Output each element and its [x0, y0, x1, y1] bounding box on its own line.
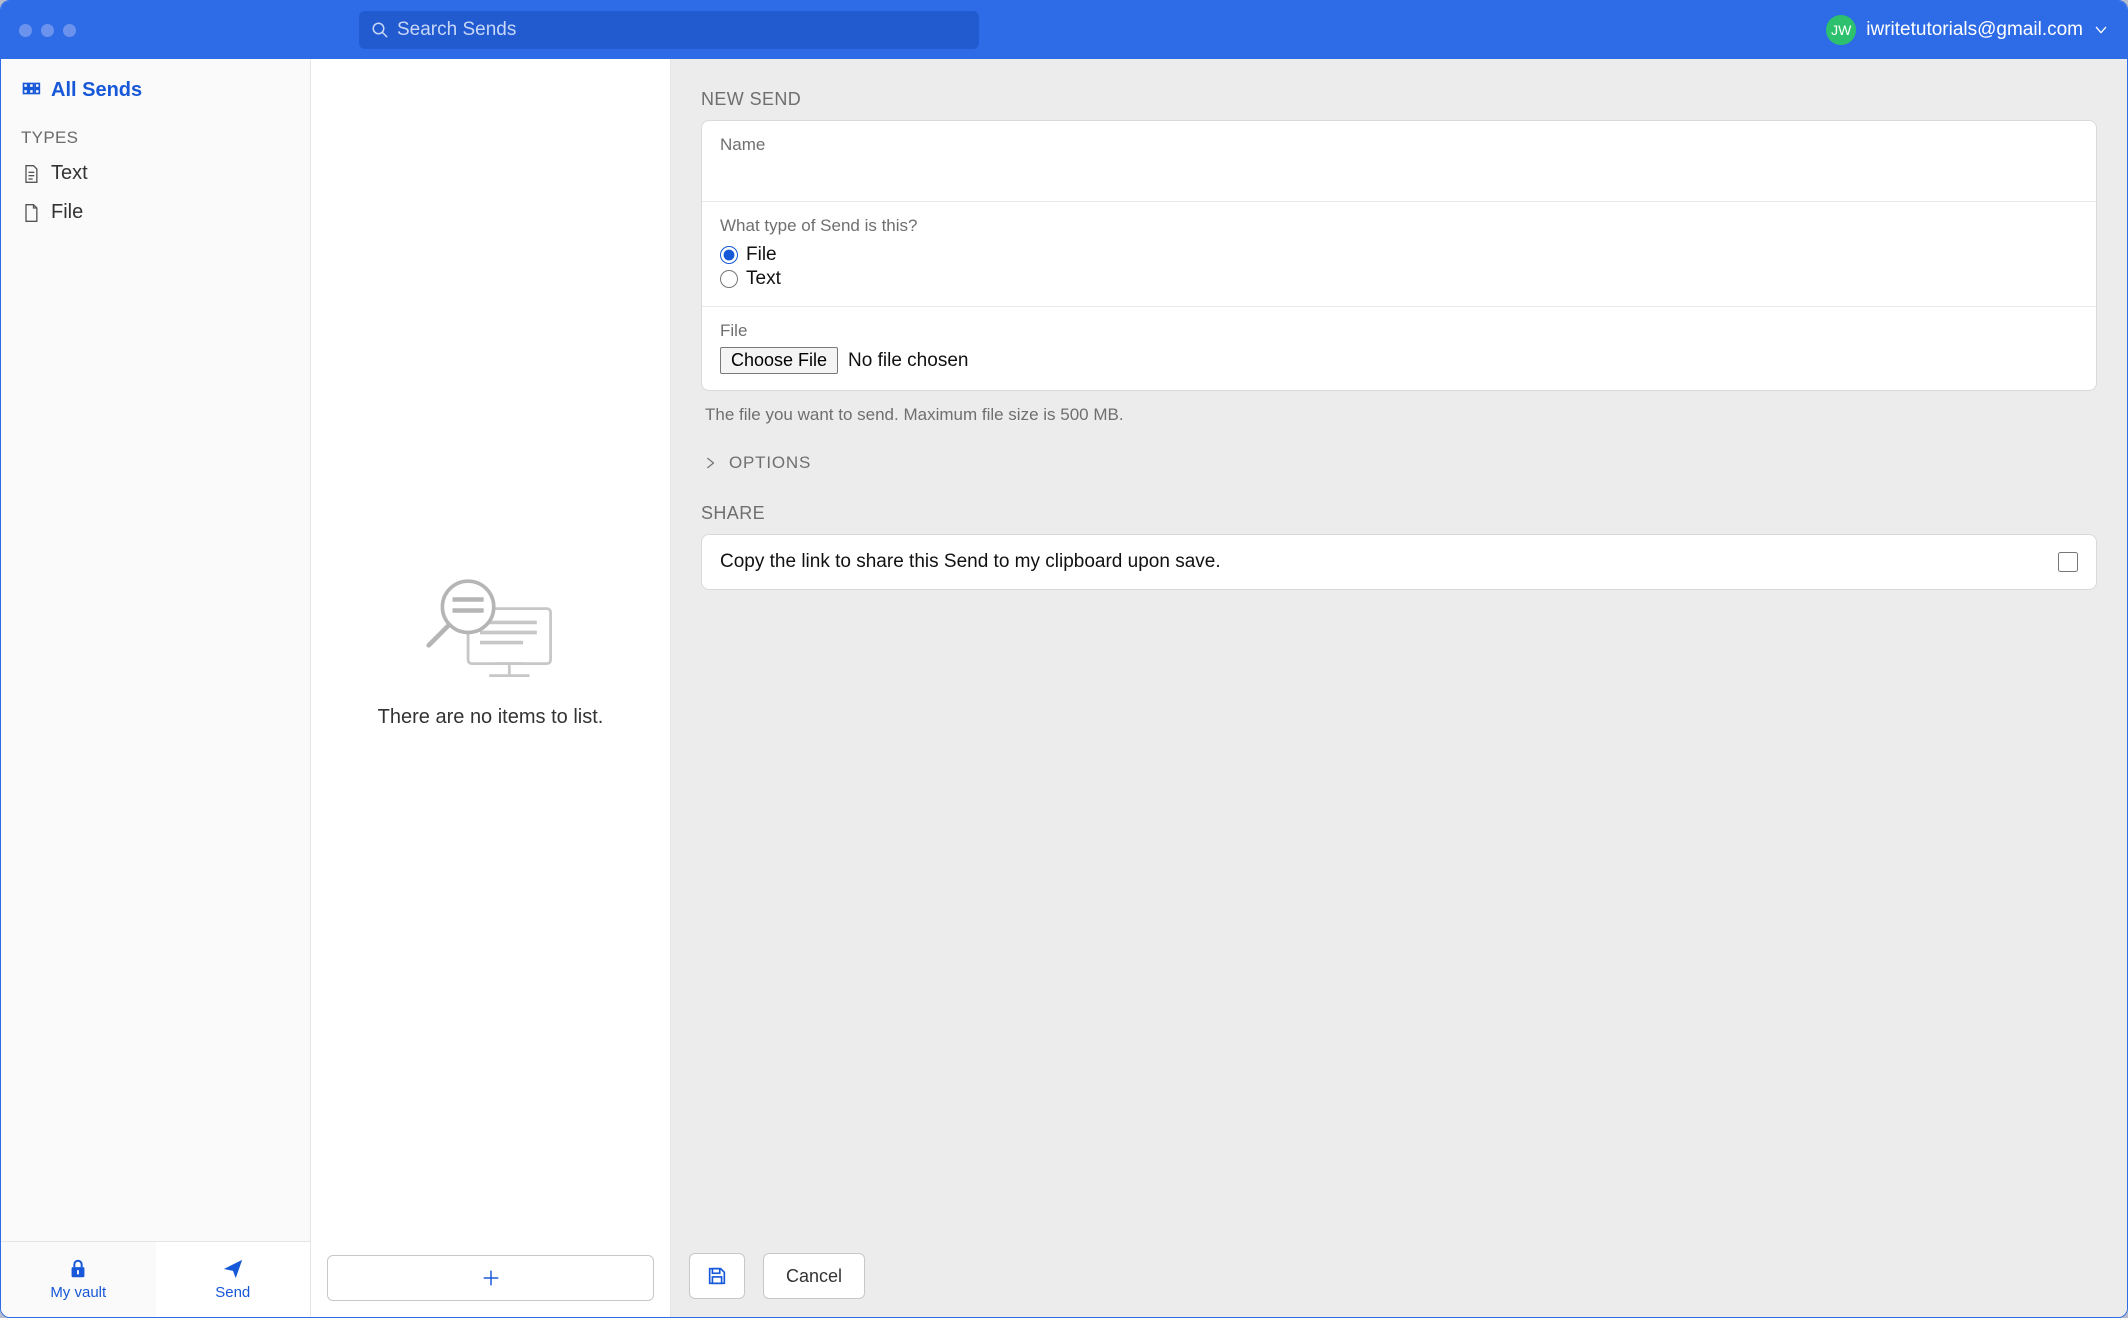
- share-title: SHARE: [701, 503, 2097, 524]
- sidebar-item-type-text[interactable]: Text: [1, 154, 310, 193]
- choose-file-button[interactable]: Choose File: [720, 347, 838, 374]
- account-email: iwritetutorials@gmail.com: [1866, 19, 2083, 41]
- share-copy-row[interactable]: Copy the link to share this Send to my c…: [702, 535, 2096, 589]
- empty-message: There are no items to list.: [378, 706, 604, 729]
- list-column: There are no items to list.: [311, 59, 671, 1317]
- plus-icon: [480, 1267, 502, 1289]
- sidebar-item-label: All Sends: [51, 79, 142, 102]
- avatar: JW: [1826, 15, 1856, 45]
- content-area: All Sends TYPES Text: [1, 59, 2127, 1317]
- account-menu[interactable]: JW iwritetutorials@gmail.com: [1826, 15, 2109, 45]
- save-button[interactable]: [689, 1253, 745, 1299]
- sidebar: All Sends TYPES Text: [1, 59, 311, 1317]
- file-icon: [21, 203, 41, 223]
- grid-icon: [21, 81, 41, 101]
- sidebar-bottom-tabs: My vault Send: [1, 1241, 310, 1317]
- type-question: What type of Send is this?: [720, 216, 2078, 236]
- cancel-button[interactable]: Cancel: [763, 1253, 865, 1299]
- options-label: OPTIONS: [729, 453, 811, 473]
- tab-label: Send: [215, 1284, 250, 1301]
- detail-column: NEW SEND Name What type of Send is this?…: [671, 59, 2127, 1317]
- window-maximize-dot[interactable]: [63, 24, 76, 37]
- save-icon: [706, 1265, 728, 1287]
- detail-footer: Cancel: [671, 1239, 2127, 1317]
- sidebar-item-all-sends[interactable]: All Sends: [1, 71, 310, 110]
- sidebar-item-label: Text: [51, 162, 88, 185]
- options-toggle[interactable]: OPTIONS: [701, 449, 2097, 493]
- type-option-file[interactable]: File: [720, 244, 2078, 266]
- new-send-title: NEW SEND: [701, 89, 2097, 110]
- send-icon: [222, 1258, 244, 1280]
- lock-icon: [67, 1258, 89, 1280]
- app-window: JW iwritetutorials@gmail.com: [0, 0, 2128, 1318]
- type-option-text[interactable]: Text: [720, 268, 2078, 290]
- share-copy-label: Copy the link to share this Send to my c…: [720, 551, 1221, 573]
- tab-my-vault[interactable]: My vault: [1, 1242, 156, 1317]
- tab-label: My vault: [50, 1284, 106, 1301]
- send-main-card: Name What type of Send is this? File Tex…: [701, 120, 2097, 391]
- search-input[interactable]: [397, 19, 967, 41]
- sidebar-item-type-file[interactable]: File: [1, 193, 310, 232]
- search-icon: [371, 21, 389, 39]
- name-input[interactable]: [720, 157, 2078, 185]
- share-card: Copy the link to share this Send to my c…: [701, 534, 2097, 590]
- file-helper-text: The file you want to send. Maximum file …: [705, 405, 2093, 425]
- share-copy-checkbox[interactable]: [2058, 552, 2078, 572]
- type-radio-label: File: [746, 244, 777, 266]
- add-send-button[interactable]: [327, 1255, 654, 1301]
- chevron-down-icon: [2093, 22, 2109, 38]
- name-label: Name: [720, 135, 2078, 155]
- text-file-icon: [21, 164, 41, 184]
- sidebar-section-types: TYPES: [1, 110, 310, 154]
- type-radio-label: Text: [746, 268, 781, 290]
- empty-illustration-icon: [416, 572, 566, 682]
- empty-state: There are no items to list.: [311, 59, 670, 1241]
- type-radio-text[interactable]: [720, 270, 738, 288]
- tab-send[interactable]: Send: [156, 1242, 311, 1317]
- titlebar: JW iwritetutorials@gmail.com: [1, 1, 2127, 59]
- window-close-dot[interactable]: [19, 24, 32, 37]
- chevron-right-icon: [703, 456, 717, 470]
- window-controls: [19, 24, 76, 37]
- search-field[interactable]: [359, 11, 979, 49]
- sidebar-item-label: File: [51, 201, 83, 224]
- window-minimize-dot[interactable]: [41, 24, 54, 37]
- file-section-label: File: [720, 321, 2078, 341]
- type-radio-file[interactable]: [720, 246, 738, 264]
- file-chosen-status: No file chosen: [848, 350, 968, 372]
